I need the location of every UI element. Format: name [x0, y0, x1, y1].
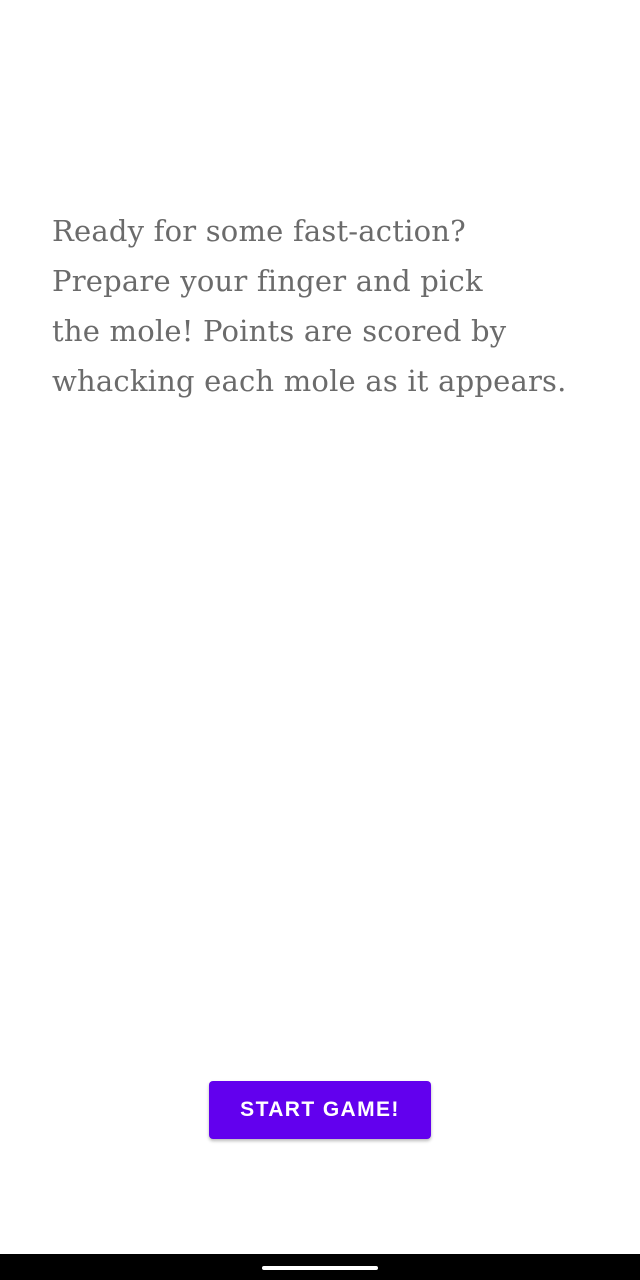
- intro-line: Ready for some fast-action?: [52, 214, 466, 248]
- system-navigation-bar: [0, 1254, 640, 1280]
- intro-line: whacking each mole as it appears.: [52, 364, 567, 398]
- game-intro-screen: Ready for some fast-action? Prepare your…: [0, 0, 640, 1254]
- start-game-button[interactable]: START GAME!: [209, 1081, 431, 1139]
- intro-line: Prepare your finger and pick: [52, 264, 483, 298]
- home-gesture-handle[interactable]: [262, 1266, 378, 1270]
- intro-line: the mole! Points are scored by: [52, 314, 507, 348]
- intro-text: Ready for some fast-action? Prepare your…: [52, 206, 592, 406]
